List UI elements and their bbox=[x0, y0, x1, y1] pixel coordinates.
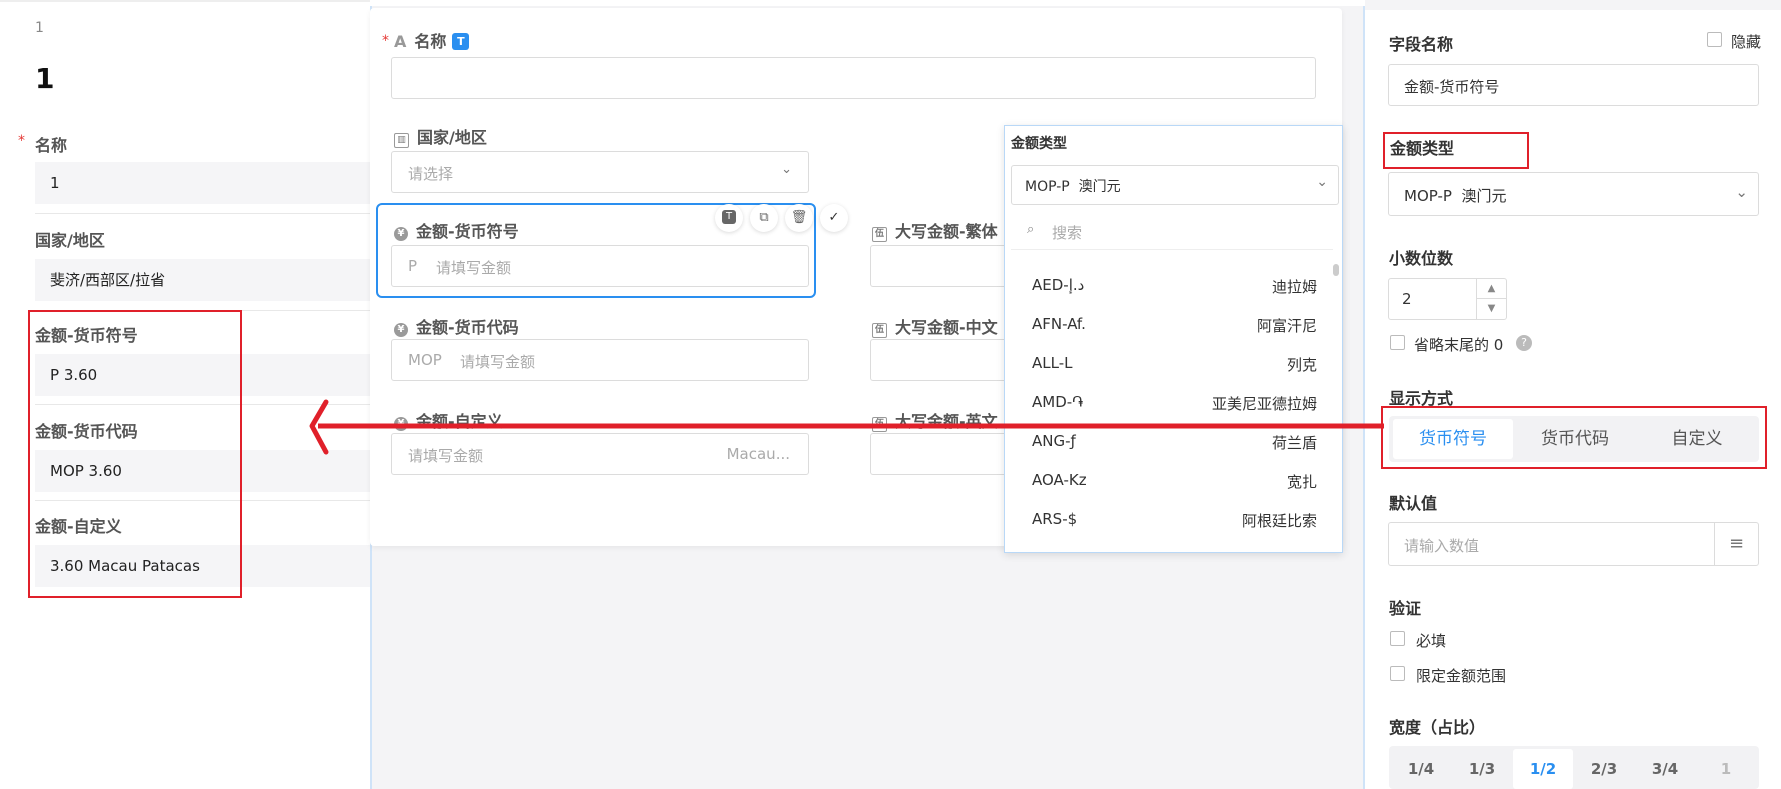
annotation-arrow bbox=[309, 399, 1384, 455]
